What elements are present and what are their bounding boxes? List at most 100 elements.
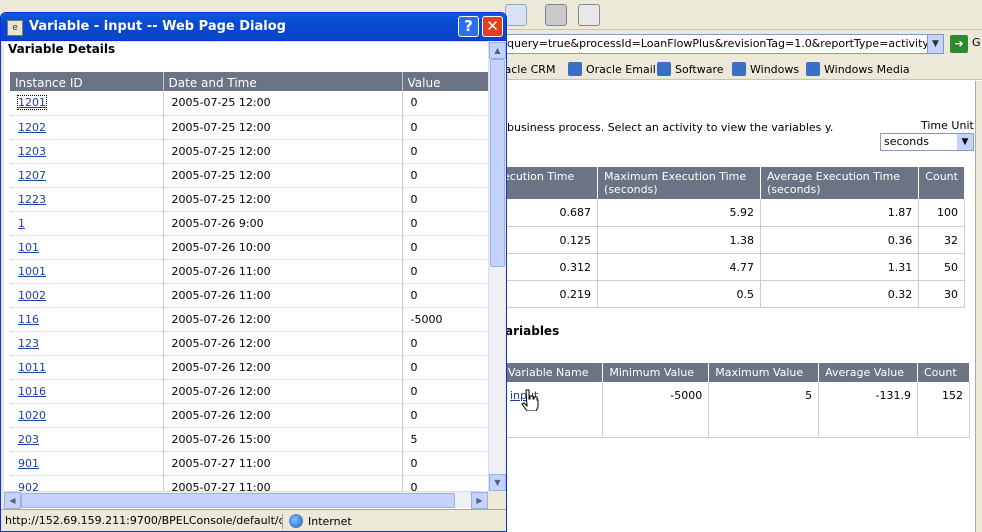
date-time-cell: 2005-07-26 12:00: [163, 379, 403, 404]
address-dropdown-icon[interactable]: ▼: [927, 35, 943, 53]
go-button[interactable]: ➜: [950, 35, 968, 53]
zone-label: Internet: [308, 514, 352, 528]
instance-link[interactable]: 1207: [18, 169, 46, 182]
security-zone: Internet: [289, 514, 352, 528]
browser-vertical-scrollbar[interactable]: [975, 81, 982, 532]
table-row: 0.312 4.77 1.31 50: [507, 253, 965, 281]
link-windows-media[interactable]: Windows Media: [806, 61, 910, 77]
instance-link[interactable]: 116: [18, 313, 39, 326]
dialog-vertical-scrollbar[interactable]: ▲ ▼: [488, 42, 506, 491]
instance-link[interactable]: 1001: [18, 265, 46, 278]
value-cell: -5000: [402, 307, 488, 332]
link-label: racle CRM: [500, 62, 556, 76]
instance-link[interactable]: 1201: [17, 95, 47, 111]
scroll-right-icon[interactable]: ▶: [471, 492, 488, 509]
date-time-cell: 2005-07-26 12:00: [163, 403, 403, 428]
scroll-up-icon[interactable]: ▲: [489, 42, 506, 59]
table-row: 1016 2005-07-26 12:00 0: [10, 379, 488, 404]
scroll-corner: [488, 491, 505, 508]
edit-icon[interactable]: [578, 4, 600, 26]
print-icon[interactable]: [545, 4, 567, 26]
variable-details-table: Instance ID Date and Time Value 1201 2005…: [10, 72, 488, 500]
date-time-cell: 2005-07-27 11:00: [163, 451, 403, 476]
value-cell: 0: [402, 163, 488, 188]
instance-link[interactable]: 101: [18, 241, 39, 254]
dialog-horizontal-scrollbar[interactable]: ◀ ▶: [4, 491, 488, 509]
table-row: 0.687 5.92 1.87 100: [507, 199, 965, 227]
column-header: Variable Name: [507, 363, 604, 382]
link-software[interactable]: Software: [657, 61, 724, 77]
intro-text: business process. Select an activity to …: [507, 121, 834, 134]
address-text: query=true&processId=LoanFlowPlus&revisi…: [507, 37, 944, 50]
value-cell: 0: [402, 91, 488, 116]
variables-section-title: ariables: [507, 324, 560, 338]
go-label[interactable]: G: [972, 36, 981, 49]
table-cell: 0.32: [760, 280, 920, 308]
instance-link[interactable]: 1011: [18, 361, 46, 374]
page-icon: e: [7, 20, 23, 36]
table-cell: 0.36: [760, 226, 920, 254]
chevron-down-icon[interactable]: ▼: [957, 134, 973, 150]
link-windows[interactable]: Windows: [732, 61, 799, 77]
column-header: Minimum Value: [602, 363, 710, 382]
table-row: 1223 2005-07-25 12:00 0: [10, 187, 488, 212]
instance-link[interactable]: 1020: [18, 409, 46, 422]
value-cell: 0: [402, 331, 488, 356]
help-button[interactable]: ?: [458, 16, 479, 37]
scroll-down-icon[interactable]: ▼: [489, 474, 506, 491]
value-cell: 0: [402, 187, 488, 212]
instance-link[interactable]: 1202: [18, 121, 46, 134]
table-row: 1001 2005-07-26 11:00 0: [10, 259, 488, 284]
column-header: Maximum Execution Time (seconds): [597, 167, 761, 199]
column-header: Average Value: [818, 363, 918, 382]
instance-link[interactable]: 1016: [18, 385, 46, 398]
mail-icon[interactable]: [505, 4, 527, 26]
address-input[interactable]: query=true&processId=LoanFlowPlus&revisi…: [504, 34, 944, 54]
variable-dialog: e Variable - input -- Web Page Dialog ? …: [0, 12, 507, 532]
instance-link[interactable]: 203: [18, 433, 39, 446]
instance-link[interactable]: 1223: [18, 193, 46, 206]
table-cell: 1.87: [760, 199, 920, 227]
table-row: 0.125 1.38 0.36 32: [507, 226, 965, 254]
instance-link[interactable]: 1002: [18, 289, 46, 302]
link-label: Oracle Email: [586, 62, 656, 76]
table-row: 101 2005-07-26 10:00 0: [10, 235, 488, 260]
date-time-cell: 2005-07-25 12:00: [163, 139, 403, 164]
table-row: 123 2005-07-26 12:00 0: [10, 331, 488, 356]
table-row: 1 2005-07-26 9:00 0: [10, 211, 488, 236]
scroll-thumb[interactable]: [490, 59, 505, 267]
scroll-left-icon[interactable]: ◀: [4, 492, 21, 509]
value-cell: 0: [402, 451, 488, 476]
instance-link[interactable]: 123: [18, 337, 39, 350]
link-label: Software: [675, 62, 724, 76]
table-row: 203 2005-07-26 15:00 5: [10, 427, 488, 452]
table-row: 1203 2005-07-25 12:00 0: [10, 139, 488, 164]
link-oracle-crm[interactable]: racle CRM: [500, 61, 555, 77]
table-row: 1011 2005-07-26 12:00 0: [10, 355, 488, 380]
instance-link[interactable]: 901: [18, 457, 39, 470]
instance-id-cell: 1203: [10, 139, 164, 164]
instance-link[interactable]: 1: [18, 217, 25, 230]
dialog-titlebar[interactable]: e Variable - input -- Web Page Dialog ? …: [1, 13, 506, 41]
instance-link[interactable]: 1203: [18, 145, 46, 158]
value-cell: 0: [402, 211, 488, 236]
table-cell: 0.125: [507, 226, 599, 254]
time-unit-select[interactable]: seconds ▼: [880, 133, 974, 151]
instance-id-cell: 1207: [10, 163, 164, 188]
column-header: Count: [917, 363, 970, 382]
link-label: Windows: [750, 62, 800, 76]
close-button[interactable]: ✕: [482, 16, 503, 37]
value-cell: 5: [402, 427, 488, 452]
table-row: input -5000 5 -131.9 152: [507, 382, 970, 438]
instance-id-cell: 1016: [10, 379, 164, 404]
instance-id-cell: 1020: [10, 403, 164, 428]
link-oracle-email[interactable]: Oracle Email: [568, 61, 656, 77]
date-time-cell: 2005-07-26 10:00: [163, 235, 403, 260]
date-time-cell: 2005-07-26 15:00: [163, 427, 403, 452]
column-header: ecution Time: [507, 167, 599, 199]
instance-id-cell: 1011: [10, 355, 164, 380]
column-header-date-time: Date and Time: [163, 72, 403, 91]
ie-page-icon: [657, 62, 671, 76]
table-row: 1020 2005-07-26 12:00 0: [10, 403, 488, 428]
scroll-thumb[interactable]: [21, 493, 455, 508]
